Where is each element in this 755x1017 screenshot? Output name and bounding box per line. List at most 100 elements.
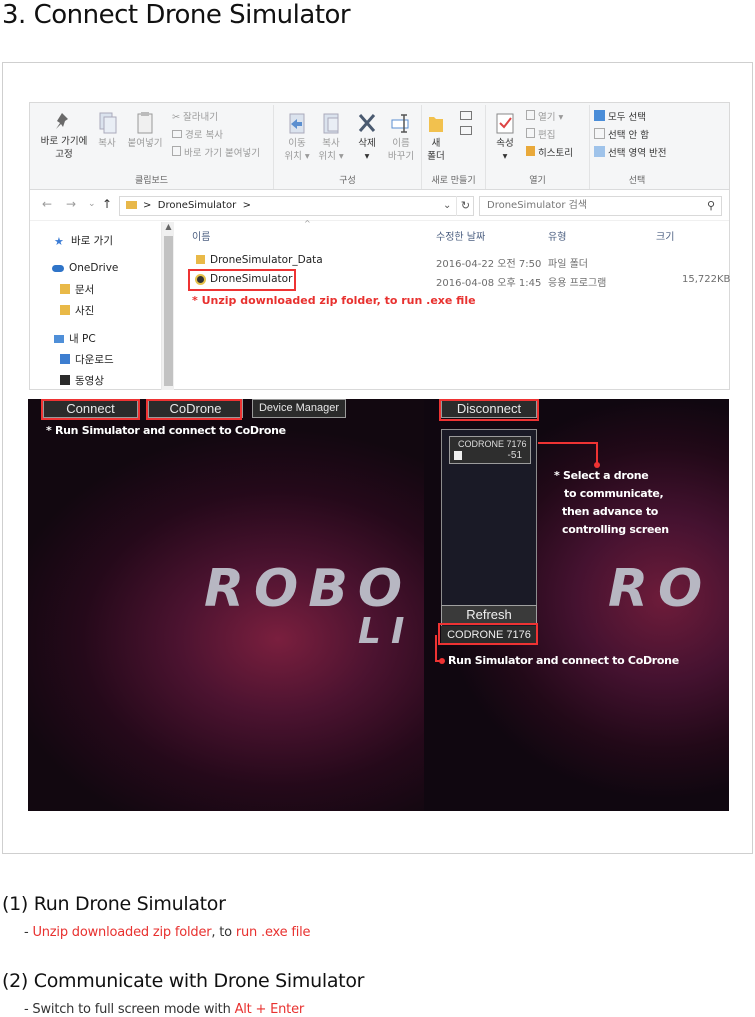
copy-to-icon: [323, 113, 339, 134]
ribbon-group-open: 속성 ▾ 열기 ▾ 편집 히스토리 열기: [486, 105, 590, 189]
move-label-2: 위치: [284, 151, 302, 162]
path-icon: [172, 130, 182, 138]
step-2-shortcut: Alt + Enter: [234, 1002, 305, 1017]
select-all-button[interactable]: 모두 선택: [594, 109, 646, 127]
star-icon: ★: [54, 235, 64, 248]
open-label: 열기: [538, 112, 556, 123]
properties-label: 속성: [496, 138, 514, 149]
back-arrow-icon[interactable]: ←: [42, 197, 52, 211]
drone-name: CODRONE 7176: [458, 439, 527, 449]
folder-icon: [60, 305, 70, 315]
copy-label: 복사: [98, 138, 116, 149]
pin-label-2: 고정: [55, 149, 73, 160]
new-folder-label-1: 새: [431, 138, 441, 149]
nav-item-documents[interactable]: 문서: [60, 282, 94, 297]
paste-shortcut-button[interactable]: 바로 가기 붙여넣기: [172, 145, 260, 163]
folder-icon: [126, 201, 137, 209]
codrone-highlight-box: [146, 399, 242, 420]
ribbon-group-clipboard: 바로 가기에 고정 복사 붙여넣기 ✂ 잘라내기 경로 복사 바로 가기 붙여넣…: [30, 105, 274, 189]
nav-item-quick-access[interactable]: ★ 바로 가기: [54, 233, 113, 248]
forward-arrow-icon[interactable]: →: [66, 197, 76, 211]
column-header-size[interactable]: 크기: [656, 228, 674, 243]
paste-button[interactable]: 붙여넣기: [124, 111, 166, 150]
history-label: 히스토리: [538, 148, 573, 159]
select-none-label: 선택 안 함: [608, 130, 649, 141]
properties-check-icon: [496, 113, 514, 134]
delete-button[interactable]: 삭제 ▾: [352, 111, 382, 163]
pin-label-1: 바로 가기에: [40, 136, 88, 147]
nav-item-pictures[interactable]: 사진: [60, 303, 94, 318]
open-button[interactable]: 열기 ▾: [526, 109, 563, 127]
nav-scrollbar-thumb[interactable]: [164, 236, 173, 386]
copy-path-label: 경로 복사: [185, 130, 223, 141]
move-label-1: 이동: [288, 138, 306, 149]
rename-label-2: 바꾸기: [387, 151, 415, 162]
step-1-title: (1) Run Drone Simulator: [2, 893, 226, 915]
history-button[interactable]: 히스토리: [526, 145, 573, 163]
refresh-button[interactable]: Refresh: [441, 605, 537, 624]
file-modified: 2016-04-22 오전 7:50: [436, 259, 542, 270]
sort-caret-icon: ^: [304, 219, 311, 228]
invert-selection-button[interactable]: 선택 영역 반전: [594, 145, 666, 163]
copy-path-button[interactable]: 경로 복사: [172, 127, 223, 145]
column-header-name[interactable]: 이름: [192, 228, 210, 243]
group-label-new: 새로 만들기: [431, 176, 476, 186]
refresh-icon[interactable]: ↻: [456, 196, 474, 216]
copy-to-label-2: 위치: [318, 151, 336, 162]
file-explorer-window: 바로 가기에 고정 복사 붙여넣기 ✂ 잘라내기 경로 복사 바로 가기 붙여넣…: [29, 102, 730, 390]
cut-button[interactable]: ✂ 잘라내기: [172, 109, 218, 127]
pin-quick-access-button[interactable]: 바로 가기에 고정: [34, 111, 94, 161]
column-header-type[interactable]: 유형: [548, 228, 566, 243]
robolink-logo-right: RO: [608, 559, 713, 619]
path-segment[interactable]: DroneSimulator: [158, 200, 236, 211]
ribbon: 바로 가기에 고정 복사 붙여넣기 ✂ 잘라내기 경로 복사 바로 가기 붙여넣…: [30, 103, 729, 190]
device-manager-button[interactable]: Device Manager: [252, 399, 346, 418]
ribbon-group-select: 모두 선택 선택 안 함 선택 영역 반전 선택: [590, 105, 684, 189]
move-to-button[interactable]: 이동 위치 ▾: [282, 111, 312, 163]
robolink-logo-line1: ROBO: [204, 559, 413, 619]
path-dropdown-chevron-icon[interactable]: ⌄: [443, 196, 451, 216]
edit-icon: [526, 128, 535, 138]
delete-label: 삭제: [358, 138, 376, 149]
nav-label-pictures: 사진: [75, 305, 95, 317]
file-name: DroneSimulator_Data: [210, 254, 323, 266]
group-label-organize: 구성: [339, 176, 356, 186]
figure-frame: 바로 가기에 고정 복사 붙여넣기 ✂ 잘라내기 경로 복사 바로 가기 붙여넣…: [2, 62, 753, 854]
connect-highlight-box: [41, 399, 140, 420]
new-folder-button[interactable]: 새 폴더: [424, 111, 448, 163]
edit-button[interactable]: 편집: [526, 127, 555, 145]
nav-label-onedrive: OneDrive: [69, 262, 119, 274]
callout-dot: [439, 658, 445, 664]
select-all-icon: [594, 110, 605, 121]
copy-to-button[interactable]: 복사 위치 ▾: [314, 111, 348, 163]
connect-codrone-note: Run Simulator and connect to CoDrone: [448, 654, 679, 667]
scroll-up-icon[interactable]: ▲: [162, 222, 175, 231]
cut-label: 잘라내기: [182, 112, 218, 123]
select-drone-note-line2: to communicate,: [564, 487, 664, 500]
group-label-select: 선택: [628, 176, 646, 186]
nav-item-videos[interactable]: 동영상: [60, 373, 104, 388]
path-breadcrumb[interactable]: > DroneSimulator >: [119, 196, 474, 216]
nav-label-downloads: 다운로드: [75, 354, 114, 366]
select-all-label: 모두 선택: [608, 112, 646, 123]
recent-chevron-down-icon[interactable]: ⌄: [88, 199, 96, 209]
address-bar: ← → ⌄ ↑ > DroneSimulator > ⌄ ↻ DroneSimu…: [30, 191, 729, 221]
folder-icon: [60, 284, 70, 294]
nav-item-onedrive[interactable]: OneDrive: [52, 262, 118, 274]
drone-list-item[interactable]: CODRONE 7176 -51: [449, 436, 531, 464]
column-header-modified[interactable]: 수정한 날짜: [436, 228, 485, 243]
nav-item-downloads[interactable]: 다운로드: [60, 352, 114, 367]
select-drone-note-line4: controlling screen: [562, 523, 669, 536]
up-arrow-icon[interactable]: ↑: [102, 197, 112, 211]
copy-button[interactable]: 복사: [94, 111, 120, 150]
rename-button[interactable]: 이름 바꾸기: [384, 111, 418, 163]
folder-icon: [196, 255, 205, 264]
search-input[interactable]: DroneSimulator 검색 ⚲: [479, 196, 722, 216]
nav-scrollbar[interactable]: ▲: [161, 222, 174, 390]
nav-item-this-pc[interactable]: 내 PC: [54, 331, 96, 346]
paste-shortcut-label: 바로 가기 붙여넣기: [184, 148, 260, 159]
properties-button[interactable]: 속성 ▾: [490, 111, 520, 163]
search-placeholder: DroneSimulator 검색: [487, 200, 588, 211]
select-none-button[interactable]: 선택 안 함: [594, 127, 649, 145]
new-item-button[interactable]: [452, 109, 480, 141]
